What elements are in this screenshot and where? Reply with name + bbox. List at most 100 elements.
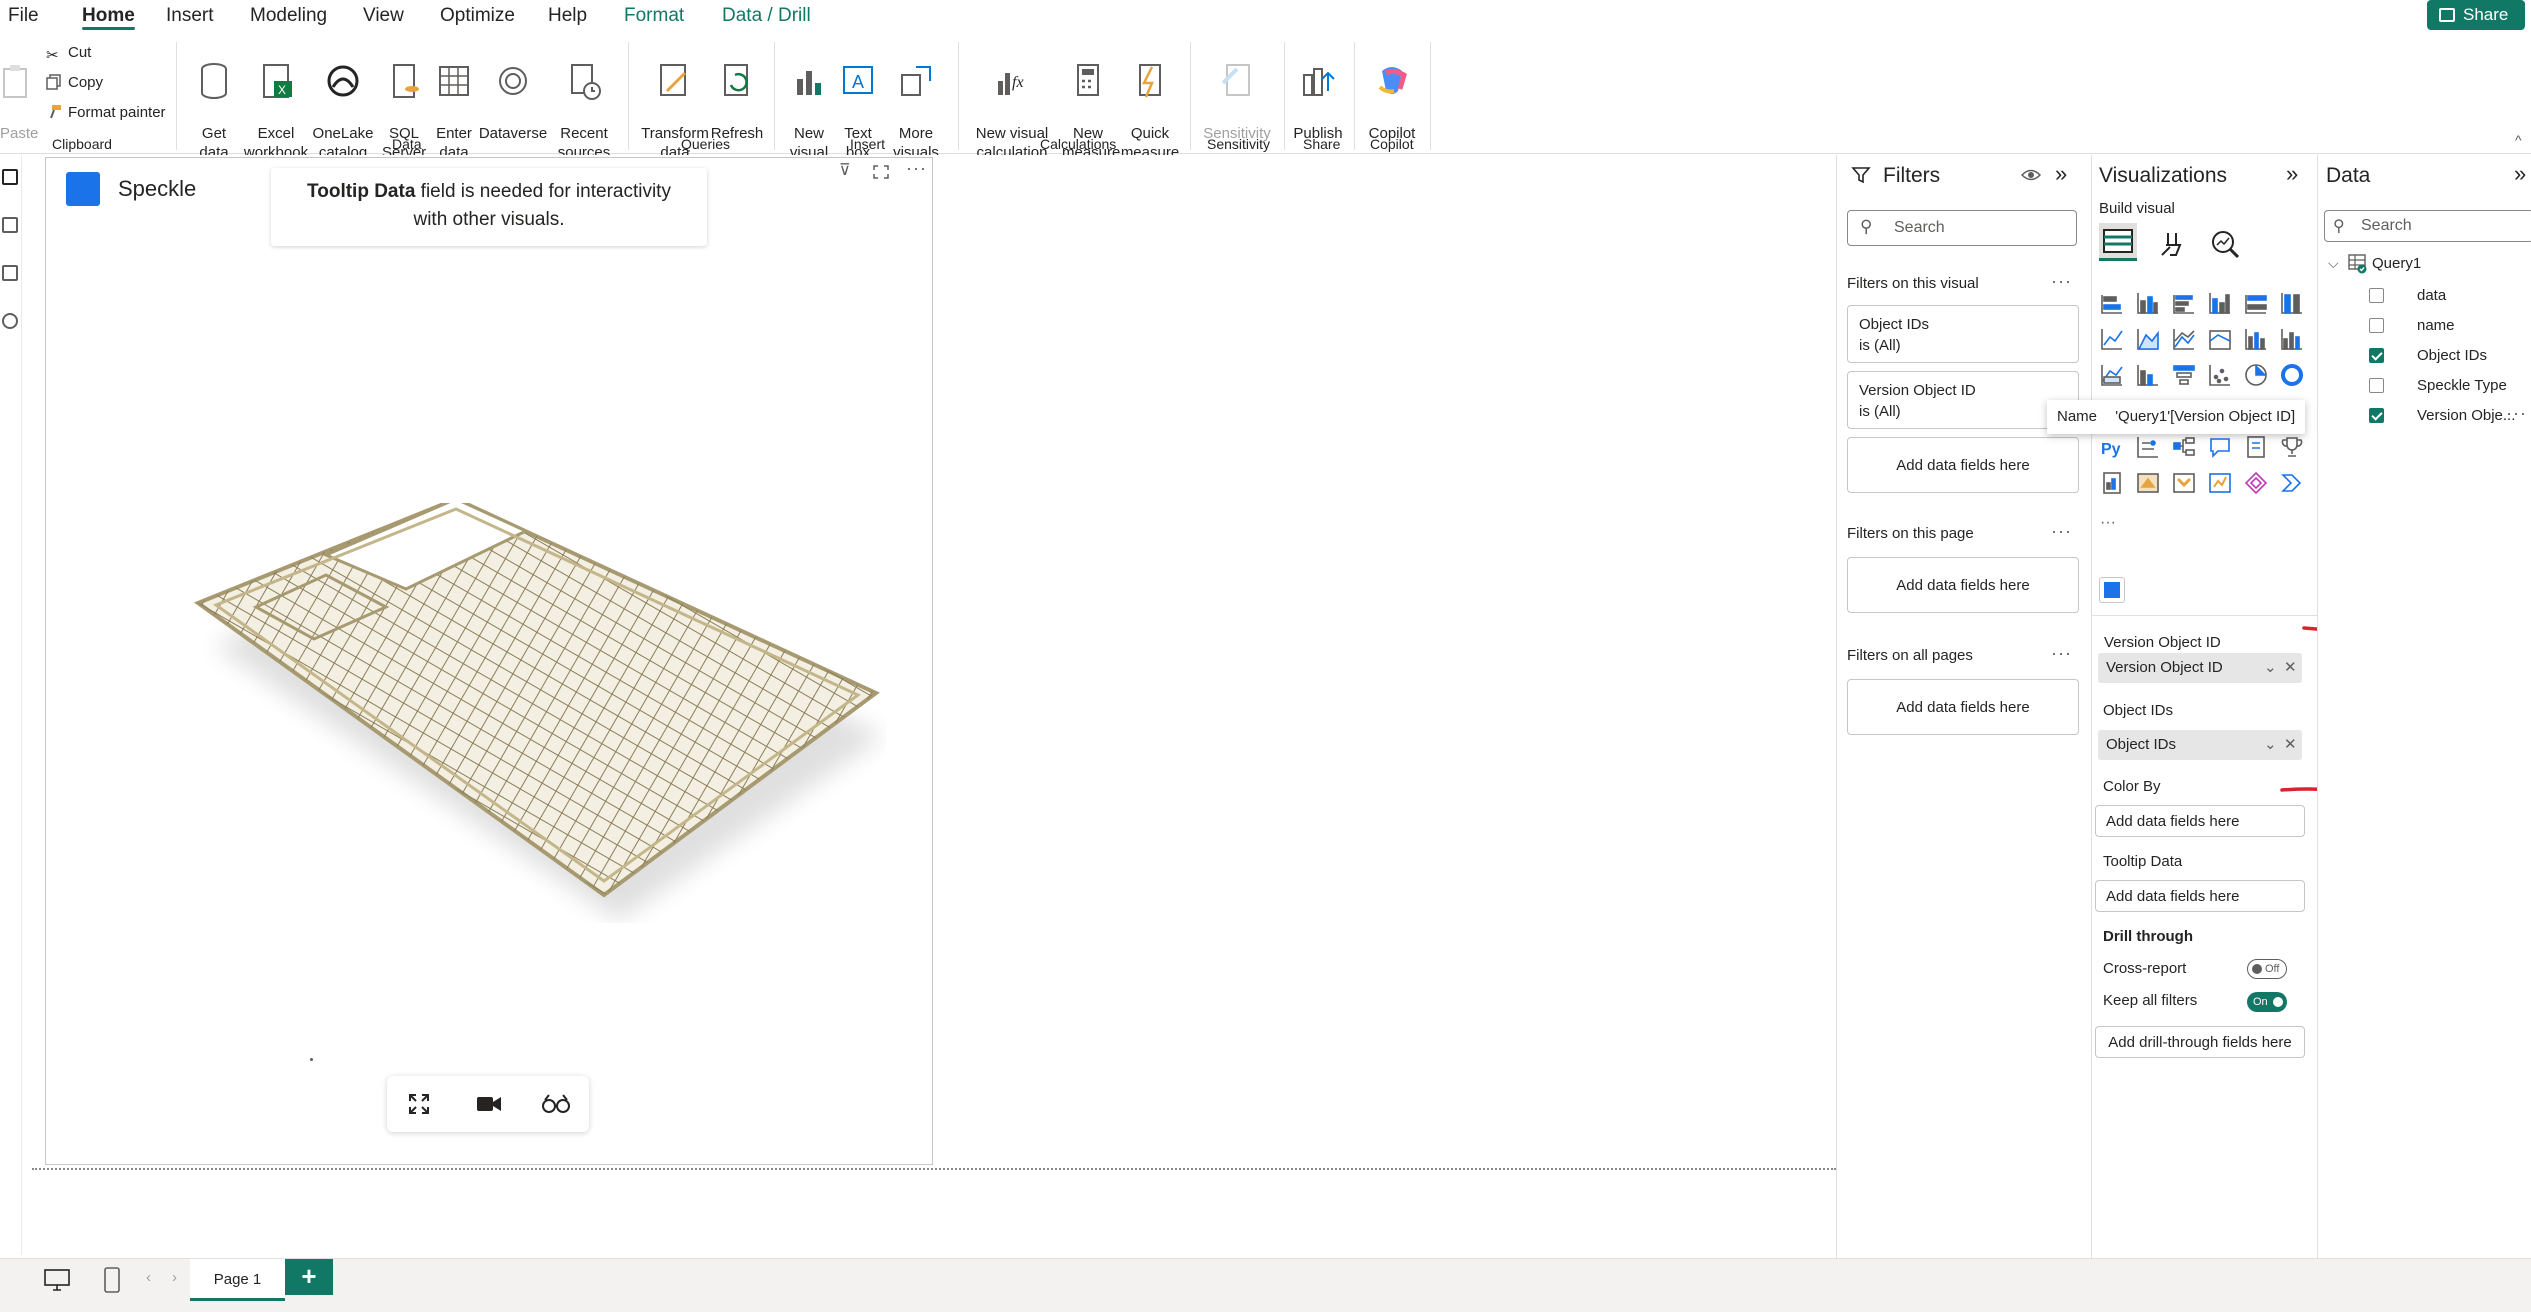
field-name[interactable]: name (2417, 317, 2455, 334)
focus-mode-icon[interactable] (872, 164, 890, 180)
desktop-layout-icon[interactable] (44, 1269, 70, 1291)
filters-search-input[interactable]: ⚲ Search (1847, 210, 2077, 246)
table-icon (439, 66, 469, 96)
collapse-data-pane-icon[interactable]: » (2514, 161, 2526, 187)
speckle-visual[interactable]: Speckle Tooltip Data field is needed for… (45, 157, 933, 1165)
field-version-object-id[interactable]: Version Obje... (2417, 407, 2515, 424)
add-visual-filter-fields[interactable]: Add data fields here (1847, 437, 2079, 493)
share-button[interactable]: Share ⌄ (2427, 0, 2525, 54)
paste-button[interactable]: Paste (0, 42, 38, 143)
drill-through-add-fields[interactable]: Add drill-through fields here (2095, 1026, 2305, 1058)
page-tab-1[interactable]: Page 1 (190, 1259, 285, 1301)
field-checkbox-speckle-type[interactable] (2369, 378, 2384, 393)
onelake-catalog-button[interactable]: OneLake catalog (310, 42, 376, 162)
quick-measure-icon (1139, 64, 1161, 98)
table-query1[interactable]: Query1 (2372, 255, 2421, 272)
cut-button[interactable]: ✂ Cut (46, 44, 92, 64)
mobile-layout-icon[interactable] (104, 1267, 120, 1293)
next-page-icon[interactable]: › (172, 1269, 177, 1286)
format-painter-label: Format painter (68, 104, 166, 121)
add-all-pages-filter-fields[interactable]: Add data fields here (1847, 679, 2079, 735)
field-checkbox-name[interactable] (2369, 318, 2384, 333)
onelake-icon (327, 65, 359, 97)
new-visual-button[interactable]: New visual (786, 42, 832, 162)
analytics-icon[interactable] (2210, 229, 2240, 259)
dataverse-button[interactable]: Dataverse (478, 42, 548, 143)
add-page-filter-fields[interactable]: Add data fields here (1847, 557, 2079, 613)
eye-icon[interactable] (2021, 167, 2041, 183)
field-object-ids[interactable]: Object IDs (2417, 347, 2487, 364)
copilot-button[interactable]: Copilot (1362, 42, 1422, 143)
field-speckle-type[interactable]: Speckle Type (2417, 377, 2507, 394)
data-search-input[interactable]: ⚲ Search (2324, 210, 2531, 242)
more-visuals-icon (901, 66, 931, 96)
tab-help[interactable]: Help (548, 0, 587, 32)
collapse-filters-icon[interactable]: » (2055, 161, 2067, 187)
copy-button[interactable]: Copy (46, 74, 103, 91)
tab-data-drill[interactable]: Data / Drill (722, 0, 811, 32)
field-data[interactable]: data (2417, 287, 2446, 304)
more-visuals-ellipsis[interactable]: ··· (2100, 514, 2116, 531)
more-visuals-button[interactable]: More visuals (884, 42, 948, 162)
recent-sources-button[interactable]: Recent sources (552, 42, 616, 162)
format-painter-button[interactable]: Format painter (46, 104, 166, 121)
calculator-icon (1077, 64, 1099, 96)
collapse-visualizations-icon[interactable]: » (2286, 161, 2298, 187)
excel-icon: X (263, 64, 292, 98)
glasses-icon[interactable] (541, 1092, 571, 1116)
tab-view[interactable]: View (363, 0, 404, 32)
visualizations-title: Visualizations (2099, 164, 2228, 187)
tab-modeling[interactable]: Modeling (250, 0, 327, 32)
format-visual-icon[interactable] (2158, 229, 2188, 259)
field-checkbox-version-object-id[interactable] (2369, 408, 2384, 423)
collapse-ribbon-icon[interactable]: ^ (2515, 132, 2522, 148)
field-checkbox-object-ids[interactable] (2369, 348, 2384, 363)
tooltip-data-add-fields[interactable]: Add data fields here (2095, 880, 2305, 912)
cross-report-toggle[interactable]: Off (2247, 959, 2287, 979)
camera-icon[interactable] (475, 1092, 503, 1116)
refresh-button[interactable]: Refresh (710, 42, 764, 143)
text-box-icon: A (843, 66, 873, 94)
3d-model-render[interactable] (186, 503, 886, 923)
table-view-icon[interactable] (2, 217, 18, 233)
expand-chevron-icon[interactable]: ⌵ (2328, 255, 2339, 272)
cut-label: Cut (68, 44, 92, 61)
more-options-icon[interactable]: ··· (2506, 403, 2527, 424)
field-checkbox-data[interactable] (2369, 288, 2384, 303)
enter-data-button[interactable]: Enter data (432, 42, 476, 162)
get-data-button[interactable]: Get data (190, 42, 238, 162)
prev-page-icon[interactable]: ‹ (146, 1269, 151, 1286)
filter-card-object-ids[interactable]: Object IDs is (All) (1847, 305, 2079, 363)
sensitivity-button[interactable]: Sensitivity (1198, 42, 1276, 143)
model-view-icon[interactable] (2, 265, 18, 281)
report-view-icon[interactable] (2, 169, 18, 185)
tab-optimize[interactable]: Optimize (440, 0, 515, 32)
quick-measure-button[interactable]: Quick measure (1118, 42, 1182, 162)
filter-card-version-object-id[interactable]: Version Object ID is (All) (1847, 371, 2079, 429)
tab-home[interactable]: Home (82, 0, 135, 32)
sql-server-icon (393, 64, 419, 98)
filter-icon[interactable]: ⊽ (839, 160, 851, 180)
more-options-icon[interactable]: ··· (2051, 521, 2072, 542)
tab-format[interactable]: Format (624, 0, 684, 32)
zoom-extents-icon[interactable] (407, 1092, 431, 1116)
toggle-knob (2273, 997, 2283, 1007)
excel-workbook-button[interactable]: X Excel workbook (242, 42, 310, 162)
speckle-visual-selected[interactable] (2099, 577, 2125, 603)
field-tooltip: Name 'Query1'[Version Object ID] (2047, 400, 2305, 434)
data-group-label: Data (392, 136, 422, 152)
tab-insert[interactable]: Insert (166, 0, 214, 32)
add-page-button[interactable]: + (285, 1259, 333, 1295)
object-ids-well-label: Object IDs (2103, 702, 2174, 719)
tab-file[interactable]: File (8, 0, 39, 32)
build-visual-tab[interactable] (2099, 223, 2137, 261)
publish-button[interactable]: Publish (1290, 42, 1346, 143)
more-options-icon[interactable]: ··· (906, 158, 927, 179)
more-options-icon[interactable]: ··· (2051, 643, 2072, 664)
dax-query-view-icon[interactable] (2, 313, 18, 329)
keep-all-filters-toggle[interactable]: On (2247, 992, 2287, 1012)
more-options-icon[interactable]: ··· (2051, 271, 2072, 292)
data-search-placeholder: Search (2361, 217, 2412, 234)
drill-through-label: Drill through (2103, 928, 2193, 945)
table-icon (2348, 254, 2367, 274)
